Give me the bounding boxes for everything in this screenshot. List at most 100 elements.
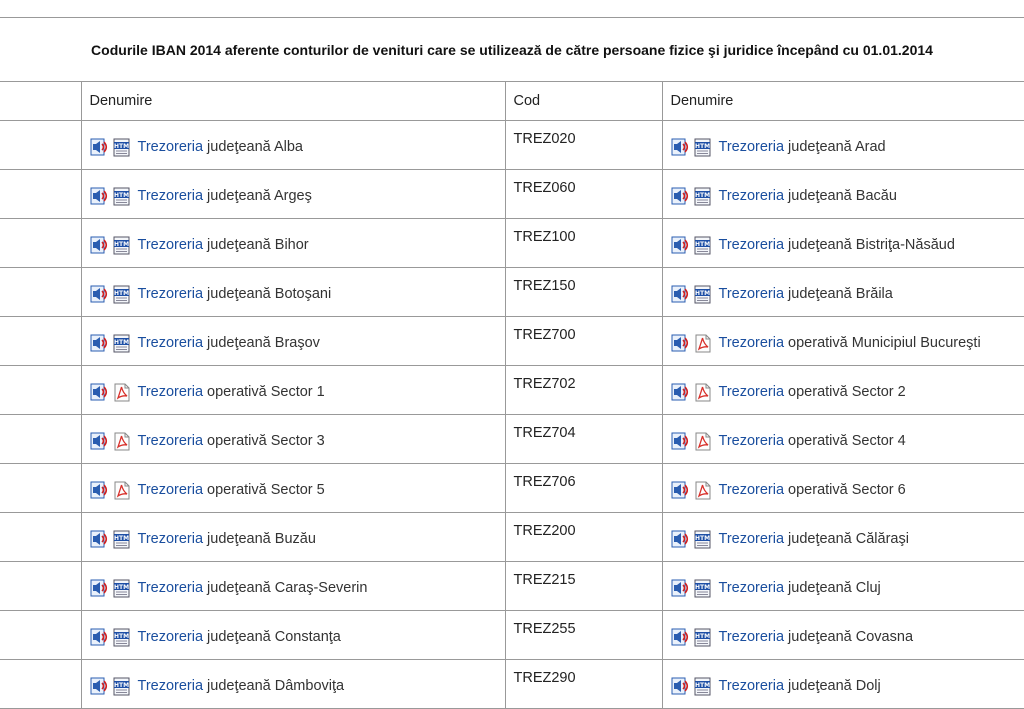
icon-group xyxy=(671,481,715,500)
speaker-icon[interactable] xyxy=(671,334,690,353)
trezoreria-link[interactable]: Trezoreria xyxy=(138,580,204,596)
right-name-content: HTM Trezoreria judeţeană Cluj xyxy=(671,579,1017,598)
speaker-icon[interactable] xyxy=(90,481,109,500)
speaker-icon[interactable] xyxy=(671,432,690,451)
speaker-icon[interactable] xyxy=(90,677,109,696)
htm-file-icon[interactable]: HTM xyxy=(112,334,131,353)
speaker-icon[interactable] xyxy=(90,138,109,157)
trezoreria-link[interactable]: Trezoreria xyxy=(719,433,785,449)
blank-cell xyxy=(0,463,82,513)
trezoreria-link[interactable]: Trezoreria xyxy=(138,531,204,547)
speaker-icon[interactable] xyxy=(671,530,690,549)
speaker-icon[interactable] xyxy=(90,236,109,255)
trezoreria-link[interactable]: Trezoreria xyxy=(719,237,785,253)
trezoreria-link[interactable]: Trezoreria xyxy=(719,678,785,694)
trezoreria-link[interactable]: Trezoreria xyxy=(719,531,785,547)
htm-file-icon[interactable]: HTM xyxy=(693,236,712,255)
trezoreria-link[interactable]: Trezoreria xyxy=(138,433,204,449)
trezoreria-link[interactable]: Trezoreria xyxy=(138,335,204,351)
table-row: HTM Trezoreria judeţeană Bihor TREZ100 HTM Tr… xyxy=(0,218,1024,268)
htm-file-icon[interactable]: HTM xyxy=(112,285,131,304)
left-name-content: HTM Trezoreria judeţeană Botoşani xyxy=(90,285,497,304)
speaker-icon[interactable] xyxy=(90,187,109,206)
trezoreria-link[interactable]: Trezoreria xyxy=(138,482,204,498)
trezoreria-link[interactable]: Trezoreria xyxy=(138,139,204,155)
trez-code: TREZ700 xyxy=(513,327,576,343)
code-cell: TREZ150 xyxy=(504,267,663,317)
icon-group: HTM xyxy=(671,677,715,696)
speaker-icon[interactable] xyxy=(90,628,109,647)
speaker-icon[interactable] xyxy=(90,432,109,451)
trezoreria-link[interactable]: Trezoreria xyxy=(719,188,785,204)
htm-file-icon[interactable]: HTM xyxy=(112,628,131,647)
trezoreria-link[interactable]: Trezoreria xyxy=(719,139,785,155)
htm-file-icon[interactable]: HTM xyxy=(112,530,131,549)
htm-file-icon[interactable]: HTM xyxy=(693,285,712,304)
left-name-content: Trezoreria operativă Sector 3 xyxy=(90,432,497,451)
htm-file-icon[interactable]: HTM xyxy=(693,579,712,598)
speaker-icon[interactable] xyxy=(671,481,690,500)
trezoreria-link[interactable]: Trezoreria xyxy=(719,384,785,400)
trezoreria-link[interactable]: Trezoreria xyxy=(138,237,204,253)
trezoreria-link[interactable]: Trezoreria xyxy=(138,188,204,204)
htm-file-icon[interactable]: HTM xyxy=(112,236,131,255)
pdf-file-icon[interactable] xyxy=(693,481,712,500)
svg-text:HTM: HTM xyxy=(113,192,128,199)
speaker-icon[interactable] xyxy=(671,628,690,647)
trezoreria-link[interactable]: Trezoreria xyxy=(138,286,204,302)
trezoreria-link[interactable]: Trezoreria xyxy=(138,678,204,694)
pdf-file-icon[interactable] xyxy=(693,432,712,451)
code-cell: TREZ704 xyxy=(504,414,663,464)
speaker-icon[interactable] xyxy=(671,236,690,255)
htm-file-icon[interactable]: HTM xyxy=(112,677,131,696)
htm-file-icon[interactable]: HTM xyxy=(693,677,712,696)
icon-group: HTM xyxy=(90,138,134,157)
speaker-icon[interactable] xyxy=(90,383,109,402)
trezoreria-link[interactable]: Trezoreria xyxy=(719,580,785,596)
trezoreria-link[interactable]: Trezoreria xyxy=(138,384,204,400)
code-cell: TREZ215 xyxy=(504,561,663,611)
right-name-content: HTM Trezoreria judeţeană Arad xyxy=(671,138,1017,157)
pdf-file-icon[interactable] xyxy=(112,383,131,402)
code-cell: TREZ290 xyxy=(504,659,663,709)
right-name-cell: HTM Trezoreria judeţeană Cluj xyxy=(661,561,1024,611)
speaker-icon[interactable] xyxy=(90,579,109,598)
speaker-icon[interactable] xyxy=(671,285,690,304)
htm-file-icon[interactable]: HTM xyxy=(112,579,131,598)
left-name-cell: Trezoreria operativă Sector 1 xyxy=(80,365,506,415)
trezoreria-link[interactable]: Trezoreria xyxy=(719,629,785,645)
blank-cell xyxy=(0,218,82,268)
speaker-icon[interactable] xyxy=(671,677,690,696)
left-name-content: HTM Trezoreria judeţeană Bihor xyxy=(90,236,497,255)
pdf-file-icon[interactable] xyxy=(112,481,131,500)
htm-file-icon[interactable]: HTM xyxy=(693,187,712,206)
pdf-file-icon[interactable] xyxy=(693,383,712,402)
pdf-file-icon[interactable] xyxy=(112,432,131,451)
htm-file-icon[interactable]: HTM xyxy=(693,628,712,647)
speaker-icon[interactable] xyxy=(671,579,690,598)
speaker-icon[interactable] xyxy=(671,383,690,402)
treasury-name-text: judeţeană Buzău xyxy=(207,531,316,547)
htm-file-icon[interactable]: HTM xyxy=(693,530,712,549)
htm-file-icon[interactable]: HTM xyxy=(693,138,712,157)
trezoreria-link[interactable]: Trezoreria xyxy=(719,335,785,351)
svg-text:HTM: HTM xyxy=(113,143,128,150)
speaker-icon[interactable] xyxy=(90,334,109,353)
left-name-content: HTM Trezoreria judeţeană Constanţa xyxy=(90,628,497,647)
speaker-icon[interactable] xyxy=(671,138,690,157)
trezoreria-link[interactable]: Trezoreria xyxy=(138,629,204,645)
speaker-icon[interactable] xyxy=(671,187,690,206)
htm-file-icon[interactable]: HTM xyxy=(112,138,131,157)
right-name-content: HTM Trezoreria judeţeană Călăraşi xyxy=(671,530,1017,549)
speaker-icon[interactable] xyxy=(90,285,109,304)
speaker-icon[interactable] xyxy=(90,530,109,549)
pdf-file-icon[interactable] xyxy=(693,334,712,353)
right-name-content: HTM Trezoreria judeţeană Dolj xyxy=(671,677,1017,696)
table-row: HTM Trezoreria judeţeană Alba TREZ020 HTM Tre… xyxy=(0,120,1024,170)
right-name-cell: HTM Trezoreria judeţeană Călăraşi xyxy=(661,512,1024,562)
trezoreria-link[interactable]: Trezoreria xyxy=(719,482,785,498)
trezoreria-link[interactable]: Trezoreria xyxy=(719,286,785,302)
right-name-content: HTM Trezoreria judeţeană Covasna xyxy=(671,628,1017,647)
blank-cell xyxy=(0,169,82,219)
htm-file-icon[interactable]: HTM xyxy=(112,187,131,206)
